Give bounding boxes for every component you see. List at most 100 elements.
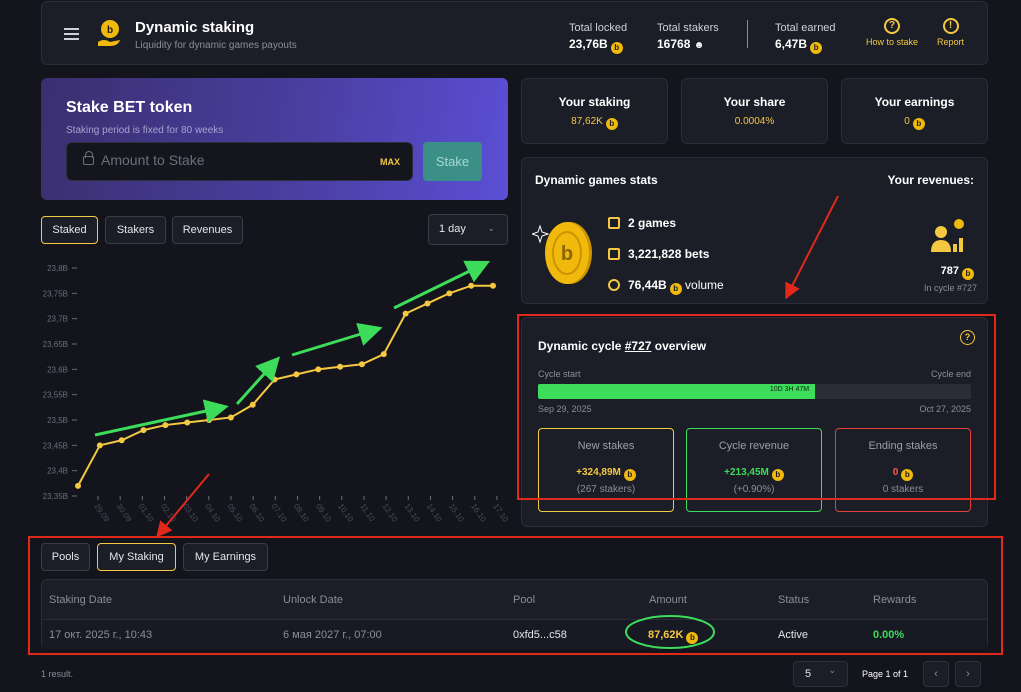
data-point xyxy=(206,417,213,423)
app-title: Dynamic staking xyxy=(135,19,255,36)
your-earnings-card: Your earnings 0b xyxy=(841,78,988,144)
prev-page-button[interactable]: ‹ xyxy=(923,661,949,687)
bet-coin-icon: b xyxy=(610,42,623,54)
data-point xyxy=(96,442,103,449)
bets-value: 3,221,828 bets xyxy=(628,247,710,261)
total-locked-label: Total locked xyxy=(569,22,628,34)
data-point xyxy=(293,371,300,378)
data-point xyxy=(271,376,278,383)
menu-icon[interactable] xyxy=(64,28,79,43)
tab-staked[interactable]: Staked xyxy=(41,216,98,244)
question-icon: ? xyxy=(884,18,901,34)
staking-logo-icon: b xyxy=(98,20,120,46)
app-subtitle: Liquidity for dynamic games payouts xyxy=(135,40,297,51)
games-count: 2 games xyxy=(608,216,676,230)
next-page-button[interactable]: › xyxy=(955,661,981,687)
total-earned-label: Total earned xyxy=(775,22,836,34)
volume: 76,44B b volume xyxy=(608,278,724,295)
staked-series-line xyxy=(77,284,493,487)
x-tick-label: 01.10 xyxy=(137,502,156,524)
x-tick-label: 10.10 xyxy=(336,502,355,524)
how-to-stake-button[interactable]: ? How to stake xyxy=(866,18,918,47)
bet-coin-icon: b xyxy=(605,118,618,130)
x-tick-label: 07.10 xyxy=(270,502,289,524)
bet-coin-icon: b xyxy=(669,283,682,295)
x-tick-label: 09.10 xyxy=(314,502,333,524)
annotation-box-table xyxy=(28,536,1003,655)
lock-icon xyxy=(83,151,94,165)
max-button[interactable]: MAX xyxy=(380,157,400,167)
y-tick-label: 23,55B xyxy=(43,391,68,400)
x-tick-label: 12.10 xyxy=(380,502,399,524)
data-point xyxy=(162,422,169,429)
data-point xyxy=(337,363,344,370)
y-tick-label: 23,5B xyxy=(47,416,68,425)
games-count-value: 2 games xyxy=(628,216,677,230)
games-stats-title: Dynamic games stats xyxy=(535,173,658,187)
stake-button[interactable]: Stake xyxy=(423,142,482,181)
data-point xyxy=(249,401,256,408)
total-stakers-value: 16768 xyxy=(657,37,691,51)
bets-count: 3,221,828 bets xyxy=(608,247,709,261)
stake-amount-input[interactable] xyxy=(101,152,361,168)
total-earned-value: 6,47B xyxy=(775,37,808,51)
green-trend-arrow xyxy=(235,356,281,406)
revenue-value: 787 xyxy=(940,265,959,277)
your-earnings-label: Your earnings xyxy=(874,95,955,109)
y-tick-label: 23,35B xyxy=(43,492,68,501)
data-point xyxy=(380,351,387,358)
stake-card: Stake BET token Staking period is fixed … xyxy=(41,78,508,200)
y-tick-label: 23,45B xyxy=(43,441,68,450)
total-locked-value: 23,76B xyxy=(569,37,608,51)
x-tick-label: 08.10 xyxy=(292,502,311,524)
x-tick-label: 06.10 xyxy=(247,502,266,524)
data-point xyxy=(468,282,475,289)
data-point xyxy=(490,282,496,289)
data-point xyxy=(315,366,322,373)
tab-revenues[interactable]: Revenues xyxy=(172,216,243,244)
your-staking-value: 87,62K xyxy=(571,116,603,127)
stake-amount-field: MAX xyxy=(66,142,413,181)
top-header: b Dynamic staking Liquidity for dynamic … xyxy=(41,1,988,65)
bet-coin-icon: b xyxy=(912,118,925,130)
y-tick-label: 23,8B xyxy=(47,264,68,273)
report-button[interactable]: ! Report xyxy=(937,18,964,47)
x-tick-label: 03.10 xyxy=(181,502,200,524)
tab-stakers[interactable]: Stakers xyxy=(105,216,166,244)
calculator-icon xyxy=(608,217,620,229)
y-tick-label: 23,75B xyxy=(43,289,68,298)
period-select[interactable]: 1 day ⌄ xyxy=(428,214,508,245)
y-tick-label: 23,65B xyxy=(43,340,68,349)
stake-title: Stake BET token xyxy=(66,99,193,116)
results-count: 1 result. xyxy=(41,669,74,679)
your-staking-label: Your staking xyxy=(558,95,631,109)
x-tick-label: 30.09 xyxy=(115,502,134,524)
your-share-label: Your share xyxy=(723,95,786,109)
coins-icon xyxy=(608,279,620,291)
x-tick-label: 05.10 xyxy=(225,502,244,524)
cards-icon xyxy=(608,248,620,260)
revenue-cycle: In cycle #727 xyxy=(923,283,977,293)
data-point xyxy=(358,361,365,368)
total-earned: Total earned 6,47B b xyxy=(775,22,836,54)
alert-icon: ! xyxy=(942,18,959,34)
stake-subtitle: Staking period is fixed for 80 weeks xyxy=(66,125,224,136)
staked-line-chart: 23,35B 23,4B 23,45B 23,5B 23,55B 23,6B 23,65B 2… xyxy=(43,260,510,524)
chevron-right-icon: › xyxy=(966,668,970,680)
data-point xyxy=(227,414,234,421)
data-point xyxy=(118,437,125,444)
user-icon: ☻ xyxy=(693,40,705,51)
total-stakers-label: Total stakers xyxy=(657,22,719,34)
your-earnings-value: 0 xyxy=(904,116,910,127)
x-tick-label: 14.10 xyxy=(425,502,444,524)
data-point xyxy=(184,419,191,426)
svg-text:b: b xyxy=(107,25,113,36)
total-locked: Total locked 23,76B b xyxy=(569,22,627,54)
your-share-value: 0.0004% xyxy=(734,116,775,127)
x-tick-label: 13.10 xyxy=(403,502,422,524)
x-tick-label: 02.10 xyxy=(159,502,178,524)
data-point xyxy=(424,300,431,307)
page-size-select[interactable]: 5 ⌄ xyxy=(793,661,848,687)
y-tick-label: 23,6B xyxy=(47,365,68,374)
volume-value: 76,44B xyxy=(628,278,667,292)
